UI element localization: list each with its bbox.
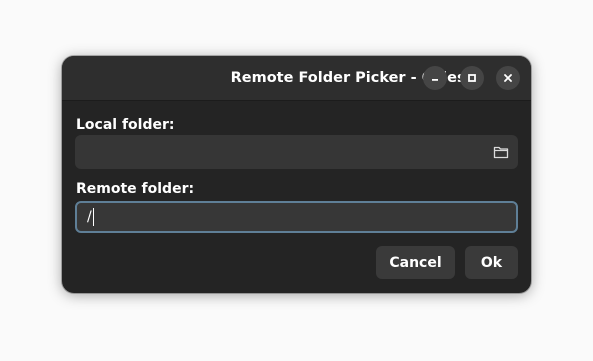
folder-icon <box>493 146 509 159</box>
ok-button[interactable]: Ok <box>465 246 518 279</box>
remote-folder-label: Remote folder: <box>76 181 195 197</box>
remote-folder-value: / <box>87 209 92 225</box>
cancel-button[interactable]: Cancel <box>376 246 455 279</box>
remote-folder-field[interactable]: / <box>75 201 518 233</box>
title-bar[interactable]: Remote Folder Picker - Celeste <box>62 56 531 101</box>
remote-folder-text-wrap: / <box>87 203 94 231</box>
local-folder-field[interactable] <box>75 135 518 169</box>
maximize-icon <box>468 74 476 82</box>
close-icon <box>504 74 512 82</box>
close-button[interactable] <box>496 66 520 90</box>
maximize-button[interactable] <box>460 66 484 90</box>
desktop-background: Remote Folder Picker - Celeste Local fol… <box>0 0 593 361</box>
local-folder-label: Local folder: <box>76 117 175 133</box>
browse-local-folder-button[interactable] <box>492 143 510 161</box>
minimize-button[interactable] <box>423 66 447 90</box>
dialog-window: Remote Folder Picker - Celeste Local fol… <box>62 56 531 293</box>
text-cursor <box>92 208 94 226</box>
minimize-icon <box>432 79 438 81</box>
